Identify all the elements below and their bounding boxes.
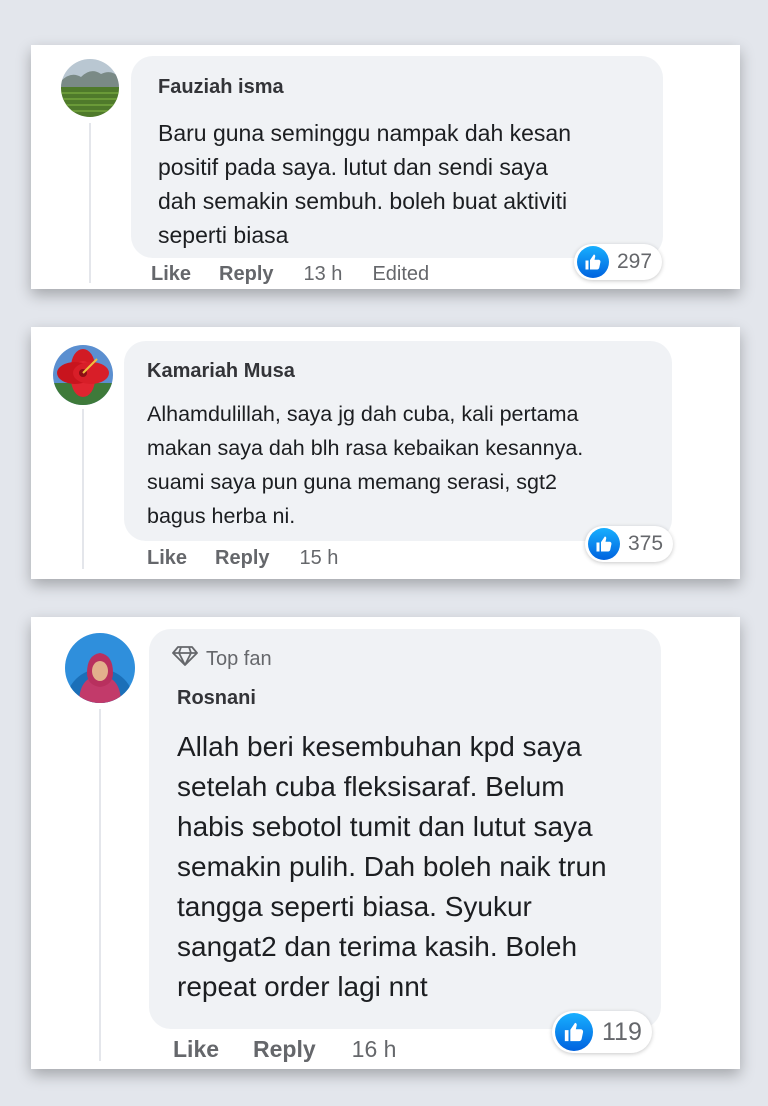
comment-author[interactable]: Kamariah Musa: [147, 360, 295, 383]
comment-actions: Like Reply 15 h: [147, 547, 338, 570]
reaction-count: 375: [628, 532, 664, 555]
comment-text-line: repeat order lagi nnt: [177, 971, 428, 1002]
top-fan-badge[interactable]: Top fan: [172, 646, 272, 672]
comment-text-line: Alhamdulillah, saya jg dah cuba, kali pe…: [147, 402, 579, 426]
comment-text-line: Allah beri kesembuhan kpd saya: [177, 731, 582, 762]
comment-text-line: setelah cuba fleksisaraf. Belum: [177, 771, 565, 802]
reaction-count-pill[interactable]: 119: [552, 1011, 652, 1053]
comment-author[interactable]: Rosnani: [177, 687, 256, 710]
comment-text-line: dah semakin sembuh. boleh buat aktiviti: [158, 188, 568, 214]
thread-line: [99, 709, 101, 1061]
comment-card-3: Top fan Rosnani Allah beri kesembuhan kp…: [31, 617, 740, 1069]
comment-text-line: seperti biasa: [158, 222, 289, 248]
comment-text-line: makan saya dah blh rasa kebaikan kesanny…: [147, 436, 584, 460]
reply-button[interactable]: Reply: [215, 547, 269, 570]
like-button[interactable]: Like: [151, 263, 191, 286]
comment-text-line: semakin pulih. Dah boleh naik trun: [177, 851, 607, 882]
diamond-icon: [172, 646, 198, 672]
reaction-count-pill[interactable]: 375: [585, 526, 674, 562]
comment-text: Baru guna seminggu nampak dah kesan posi…: [158, 116, 571, 252]
comment-text-line: bagus herba ni.: [147, 504, 296, 528]
reaction-count: 297: [617, 250, 653, 273]
comment-bubble: Fauziah isma Baru guna seminggu nampak d…: [131, 56, 663, 258]
comment-text-line: sangat2 dan terima kasih. Boleh: [177, 931, 578, 962]
like-reaction-icon: [588, 528, 620, 560]
comment-text-line: tangga seperti biasa. Syukur: [177, 891, 532, 922]
badge-label: Top fan: [206, 647, 272, 670]
comment-text-line: suami saya pun guna memang serasi, sgt2: [147, 470, 557, 494]
reaction-count-pill[interactable]: 297: [574, 244, 663, 280]
like-reaction-icon: [577, 246, 609, 278]
red-flower-avatar[interactable]: [53, 345, 113, 405]
timestamp[interactable]: 16 h: [352, 1036, 397, 1063]
thread-line: [89, 123, 91, 283]
comment-text: Alhamdulillah, saya jg dah cuba, kali pe…: [147, 397, 583, 533]
like-button[interactable]: Like: [173, 1036, 219, 1063]
comment-bubble: Kamariah Musa Alhamdulillah, saya jg dah…: [124, 341, 672, 541]
comment-bubble: Top fan Rosnani Allah beri kesembuhan kp…: [149, 629, 661, 1029]
comment-actions: Like Reply 16 h: [173, 1036, 396, 1063]
like-reaction-icon: [555, 1013, 593, 1051]
comment-actions: Like Reply 13 h Edited: [151, 263, 429, 286]
comment-card-1: Fauziah isma Baru guna seminggu nampak d…: [31, 45, 740, 289]
comment-text: Allah beri kesembuhan kpd saya setelah c…: [177, 727, 607, 1007]
comment-card-2: Kamariah Musa Alhamdulillah, saya jg dah…: [31, 327, 740, 579]
reply-button[interactable]: Reply: [219, 263, 273, 286]
comment-text-line: positif pada saya. lutut dan sendi saya: [158, 154, 548, 180]
reply-button[interactable]: Reply: [253, 1036, 316, 1063]
comment-text-line: habis sebotol tumit dan lutut saya: [177, 811, 593, 842]
edited-label[interactable]: Edited: [372, 263, 429, 286]
timestamp[interactable]: 13 h: [304, 263, 343, 286]
comment-text-line: Baru guna seminggu nampak dah kesan: [158, 120, 572, 146]
like-button[interactable]: Like: [147, 547, 187, 570]
reaction-count: 119: [602, 1017, 642, 1046]
comment-author[interactable]: Fauziah isma: [158, 76, 284, 99]
woman-hijab-avatar[interactable]: [65, 633, 135, 703]
thread-line: [82, 409, 84, 569]
timestamp[interactable]: 15 h: [300, 547, 339, 570]
field-landscape-avatar[interactable]: [61, 59, 119, 117]
